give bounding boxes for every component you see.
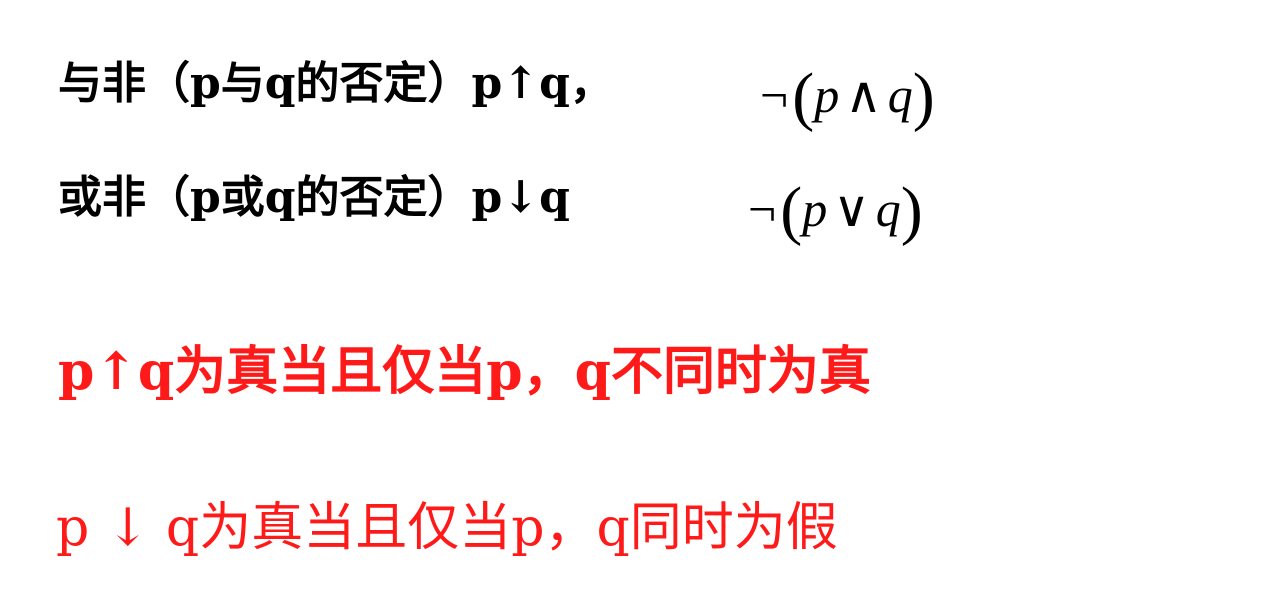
var-p: p (802, 181, 828, 237)
open-paren: ( (780, 174, 803, 247)
close-paren: ) (900, 174, 923, 247)
open-paren: ( (792, 60, 815, 133)
nor-truth-note: p ↓ q为真当且仅当p，q同时为假 (56, 498, 838, 558)
nor-formula: ¬(p ∨ q) (748, 178, 923, 244)
or-operator: ∨ (833, 181, 870, 237)
var-p: p (814, 67, 840, 123)
negation-symbol: ¬ (748, 181, 777, 237)
var-q: q (887, 67, 913, 123)
nand-truth-note: p↑q为真当且仅当p，q不同时为真 (58, 341, 872, 402)
negation-symbol: ¬ (760, 67, 789, 123)
close-paren: ) (912, 60, 935, 133)
and-operator: ∧ (845, 67, 882, 123)
nand-formula: ¬(p ∧ q) (760, 64, 935, 130)
var-q: q (875, 181, 901, 237)
nor-definition: 或非（p或q的否定）p↓q (58, 172, 570, 223)
nand-definition: 与非（p与q的否定）p↑q， (58, 58, 614, 109)
